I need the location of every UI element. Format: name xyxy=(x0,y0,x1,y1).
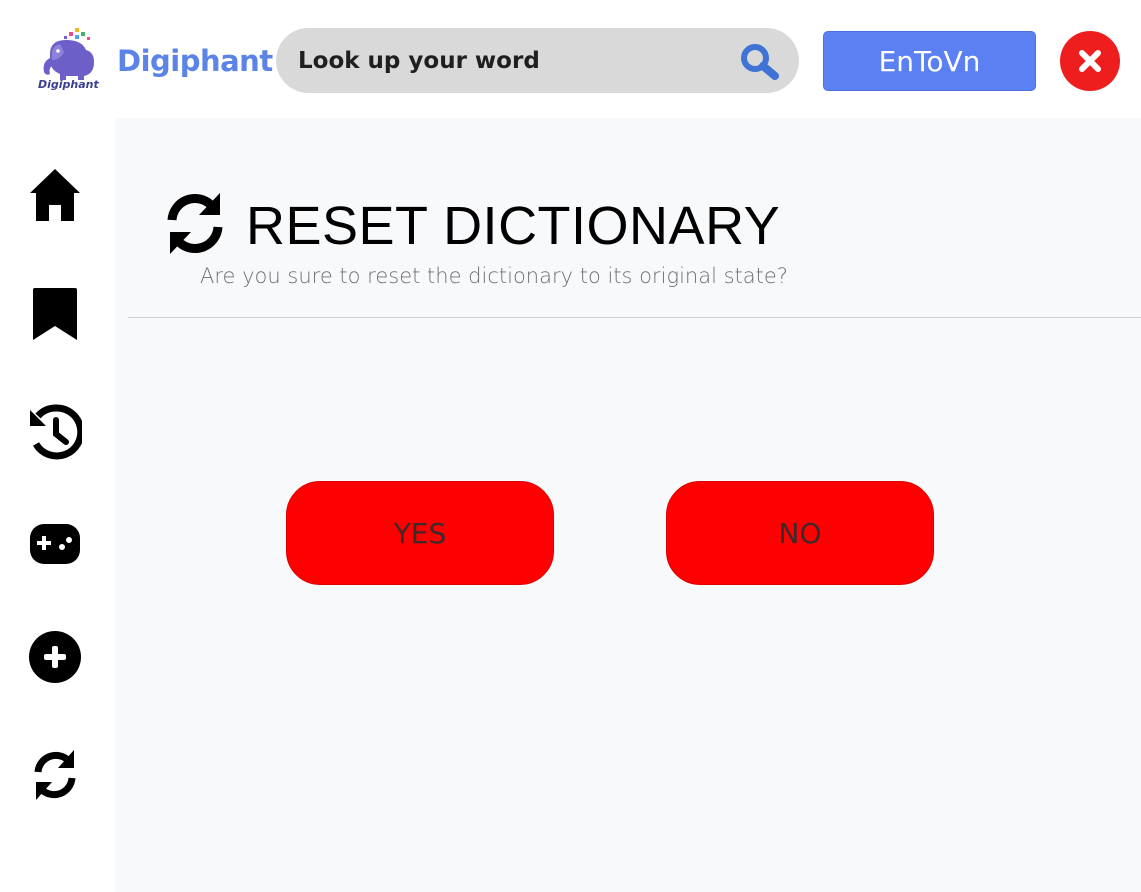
main-panel: RESET DICTIONARY Are you sure to reset t… xyxy=(115,118,1141,892)
elephant-logo-icon xyxy=(43,28,94,80)
sidebar xyxy=(0,118,115,892)
bookmark-icon xyxy=(33,288,77,340)
language-toggle-button[interactable]: EnToVn xyxy=(823,31,1036,91)
sidebar-item-history[interactable] xyxy=(24,401,86,463)
sidebar-item-reset[interactable] xyxy=(24,744,86,806)
gamepad-icon xyxy=(30,524,80,564)
no-button[interactable]: NO xyxy=(666,481,934,585)
sidebar-item-home[interactable] xyxy=(24,164,86,226)
brand-name: Digiphant xyxy=(117,44,273,78)
history-icon xyxy=(30,404,82,460)
search-bar xyxy=(276,28,799,93)
page-subtitle: Are you sure to reset the dictionary to … xyxy=(200,264,788,288)
plus-circle-icon xyxy=(29,631,81,683)
page-title: RESET DICTIONARY xyxy=(246,196,781,256)
brand-small-text: Digiphant xyxy=(38,78,99,91)
close-icon xyxy=(1079,50,1101,72)
sync-icon xyxy=(167,193,223,254)
top-bar: Digiphant Digiphant EnToVn xyxy=(0,0,1141,118)
brand-logo[interactable]: Digiphant Digiphant xyxy=(36,24,273,98)
sidebar-item-add-word[interactable] xyxy=(24,626,86,688)
divider xyxy=(128,317,1141,318)
yes-button[interactable]: YES xyxy=(286,481,554,585)
search-icon[interactable] xyxy=(735,41,783,81)
sync-icon xyxy=(34,750,76,800)
sidebar-item-bookmark[interactable] xyxy=(24,283,86,345)
home-icon xyxy=(30,169,80,221)
sidebar-item-game[interactable] xyxy=(24,513,86,575)
search-input[interactable] xyxy=(298,28,718,93)
close-button[interactable] xyxy=(1060,31,1120,91)
